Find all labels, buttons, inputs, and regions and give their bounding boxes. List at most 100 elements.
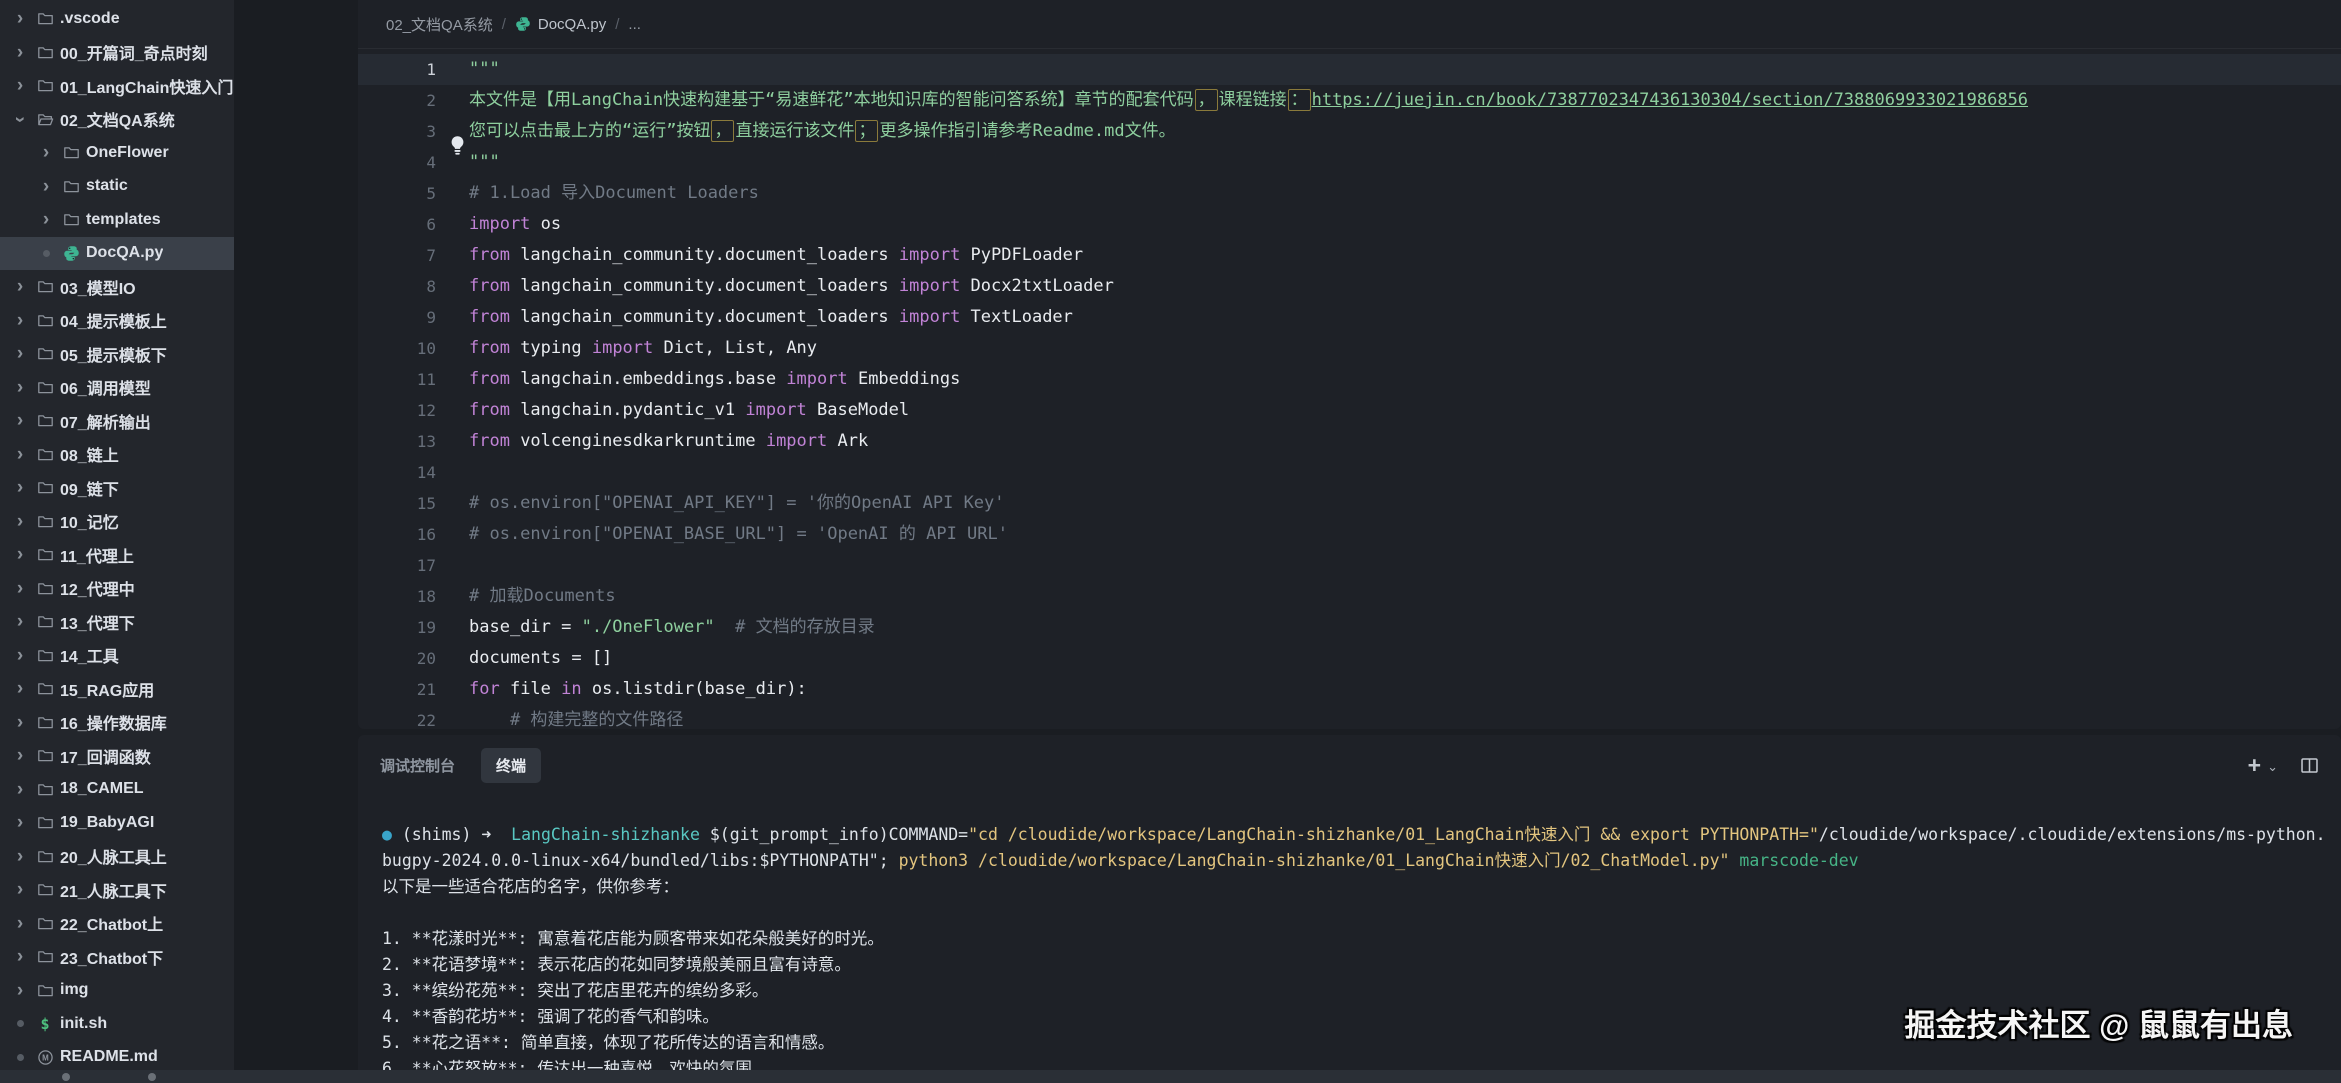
sidebar-item-docqa-py[interactable]: DocQA.py — [0, 237, 234, 271]
sidebar-item-22-chatbot-[interactable]: 22_Chatbot上 — [0, 907, 234, 941]
code-link[interactable]: https://juejin.cn/book/73877023474361303… — [1312, 90, 2028, 110]
sidebar-item-02-qa-[interactable]: 02_文档QA系统 — [0, 103, 234, 137]
sidebar-item-07-[interactable]: 07_解析输出 — [0, 404, 234, 438]
chevron-right-icon[interactable] — [34, 143, 58, 162]
chevron-right-icon[interactable] — [8, 76, 32, 95]
sidebar-item-img[interactable]: img — [0, 974, 234, 1008]
sidebar-item-05-[interactable]: 05_提示模板下 — [0, 337, 234, 371]
sidebar-item-oneflower[interactable]: OneFlower — [0, 136, 234, 170]
sidebar-item-00-[interactable]: 00_开篇词_奇点时刻 — [0, 36, 234, 70]
chevron-right-icon[interactable] — [34, 177, 58, 196]
new-terminal-icon[interactable]: + — [2248, 754, 2261, 777]
folder-icon — [32, 412, 58, 429]
chevron-right-icon[interactable] — [8, 679, 32, 698]
code-line-16[interactable]: 16# os.environ["OPENAI_BASE_URL"] = 'Ope… — [358, 519, 2341, 550]
chevron-right-icon[interactable] — [8, 981, 32, 1000]
code-line-18[interactable]: 18# 加载Documents — [358, 581, 2341, 612]
chevron-right-icon[interactable] — [8, 344, 32, 363]
code-line-17[interactable]: 17 — [358, 550, 2341, 581]
breadcrumb-symbol[interactable]: ... — [628, 16, 641, 33]
chevron-right-icon[interactable] — [8, 612, 32, 631]
sidebar-item-20-[interactable]: 20_人脉工具上 — [0, 840, 234, 874]
sidebar-item-08-[interactable]: 08_链上 — [0, 438, 234, 472]
code-line-4[interactable]: 4""" — [358, 147, 2341, 178]
sidebar-item-01-langchain-[interactable]: 01_LangChain快速入门 — [0, 69, 234, 103]
chevron-right-icon[interactable] — [8, 847, 32, 866]
line-number: 14 — [358, 457, 436, 488]
sidebar-item-14-[interactable]: 14_工具 — [0, 639, 234, 673]
sidebar-item-19-babyagi[interactable]: 19_BabyAGI — [0, 806, 234, 840]
chevron-right-icon[interactable] — [8, 545, 32, 564]
code-line-15[interactable]: 15# os.environ["OPENAI_API_KEY"] = '你的Op… — [358, 488, 2341, 519]
breadcrumb-folder[interactable]: 02_文档QA系统 — [386, 14, 493, 35]
code-line-3[interactable]: 3您可以点击最上方的“运行”按钮，直接运行该文件；更多操作指引请参考Readme… — [358, 116, 2341, 147]
chevron-right-icon[interactable] — [8, 880, 32, 899]
code-line-14[interactable]: 14 — [358, 457, 2341, 488]
sidebar-item--vscode[interactable]: .vscode — [0, 2, 234, 36]
sidebar-item-09-[interactable]: 09_链下 — [0, 471, 234, 505]
chevron-right-icon[interactable] — [8, 277, 32, 296]
code-line-2[interactable]: 2本文件是【用LangChain快速构建基于“易速鲜花”本地知识库的智能问答系统… — [358, 85, 2341, 116]
code-line-20[interactable]: 20documents = [] — [358, 643, 2341, 674]
sidebar-item-21-[interactable]: 21_人脉工具下 — [0, 873, 234, 907]
chevron-right-icon[interactable] — [8, 947, 32, 966]
code-line-12[interactable]: 12from langchain.pydantic_v1 import Base… — [358, 395, 2341, 426]
chevron-right-icon[interactable] — [8, 411, 32, 430]
breadcrumb-file[interactable]: DocQA.py — [538, 16, 606, 33]
chevron-right-icon[interactable] — [8, 311, 32, 330]
sidebar-item-23-chatbot-[interactable]: 23_Chatbot下 — [0, 940, 234, 974]
chevron-down-icon[interactable] — [8, 110, 32, 129]
chevron-right-icon[interactable] — [34, 210, 58, 229]
code-line-7[interactable]: 7from langchain_community.document_loade… — [358, 240, 2341, 271]
sidebar-item-04-[interactable]: 04_提示模板上 — [0, 304, 234, 338]
sidebar-item-readme-md[interactable]: MREADME.md — [0, 1041, 234, 1071]
sidebar-item-10-[interactable]: 10_记忆 — [0, 505, 234, 539]
sidebar-item-18-camel[interactable]: 18_CAMEL — [0, 773, 234, 807]
sidebar-item-11-[interactable]: 11_代理上 — [0, 538, 234, 572]
sidebar-item-16-[interactable]: 16_操作数据库 — [0, 706, 234, 740]
chevron-right-icon[interactable] — [8, 813, 32, 832]
chevron-right-icon[interactable] — [8, 780, 32, 799]
code-line-8[interactable]: 8from langchain_community.document_loade… — [358, 271, 2341, 302]
chevron-right-icon[interactable] — [8, 646, 32, 665]
sidebar-item-06-[interactable]: 06_调用模型 — [0, 371, 234, 405]
sidebar-item-15-rag-[interactable]: 15_RAG应用 — [0, 672, 234, 706]
chevron-right-icon[interactable] — [8, 445, 32, 464]
chevron-right-icon[interactable] — [8, 512, 32, 531]
line-number: 2 — [358, 85, 436, 116]
chevron-right-icon[interactable] — [8, 43, 32, 62]
code-text: from volcenginesdkarkruntime import Ark — [469, 426, 868, 457]
code-editor[interactable]: 1"""2本文件是【用LangChain快速构建基于“易速鲜花”本地知识库的智能… — [358, 49, 2341, 729]
sidebar-item-12-[interactable]: 12_代理中 — [0, 572, 234, 606]
chevron-right-icon[interactable] — [8, 746, 32, 765]
code-line-22[interactable]: 22 # 构建完整的文件路径 — [358, 705, 2341, 729]
code-line-13[interactable]: 13from volcenginesdkarkruntime import Ar… — [358, 426, 2341, 457]
code-line-5[interactable]: 5# 1.Load 导入Document Loaders — [358, 178, 2341, 209]
sidebar-item-13-[interactable]: 13_代理下 — [0, 605, 234, 639]
sidebar-item-init-sh[interactable]: $init.sh — [0, 1007, 234, 1041]
code-line-6[interactable]: 6import os — [358, 209, 2341, 240]
tab-debug-console[interactable]: 调试控制台 — [380, 755, 455, 776]
code-line-1[interactable]: 1""" — [358, 54, 2341, 85]
terminal-line-2: bugpy-2024.0.0-linux-x64/bundled/libs:$P… — [382, 848, 2341, 874]
sidebar-item-static[interactable]: static — [0, 170, 234, 204]
code-line-11[interactable]: 11from langchain.embeddings.base import … — [358, 364, 2341, 395]
chevron-right-icon[interactable] — [8, 579, 32, 598]
split-panel-icon[interactable] — [2300, 756, 2319, 775]
chevron-right-icon[interactable] — [8, 9, 32, 28]
sidebar-item-03-io[interactable]: 03_模型IO — [0, 270, 234, 304]
code-line-10[interactable]: 10from typing import Dict, List, Any — [358, 333, 2341, 364]
code-line-9[interactable]: 9from langchain_community.document_loade… — [358, 302, 2341, 333]
chevron-right-icon[interactable] — [8, 378, 32, 397]
chevron-down-icon[interactable]: ⌄ — [2267, 759, 2278, 775]
code-line-19[interactable]: 19base_dir = "./OneFlower" # 文档的存放目录 — [358, 612, 2341, 643]
code-line-21[interactable]: 21for file in os.listdir(base_dir): — [358, 674, 2341, 705]
sidebar-item-17-[interactable]: 17_回调函数 — [0, 739, 234, 773]
folder-icon — [32, 77, 58, 94]
chevron-right-icon[interactable] — [8, 478, 32, 497]
chevron-right-icon[interactable] — [8, 914, 32, 933]
chevron-right-icon[interactable] — [8, 713, 32, 732]
lightbulb-icon[interactable] — [448, 135, 467, 158]
sidebar-item-templates[interactable]: templates — [0, 203, 234, 237]
tab-terminal[interactable]: 终端 — [481, 748, 541, 783]
